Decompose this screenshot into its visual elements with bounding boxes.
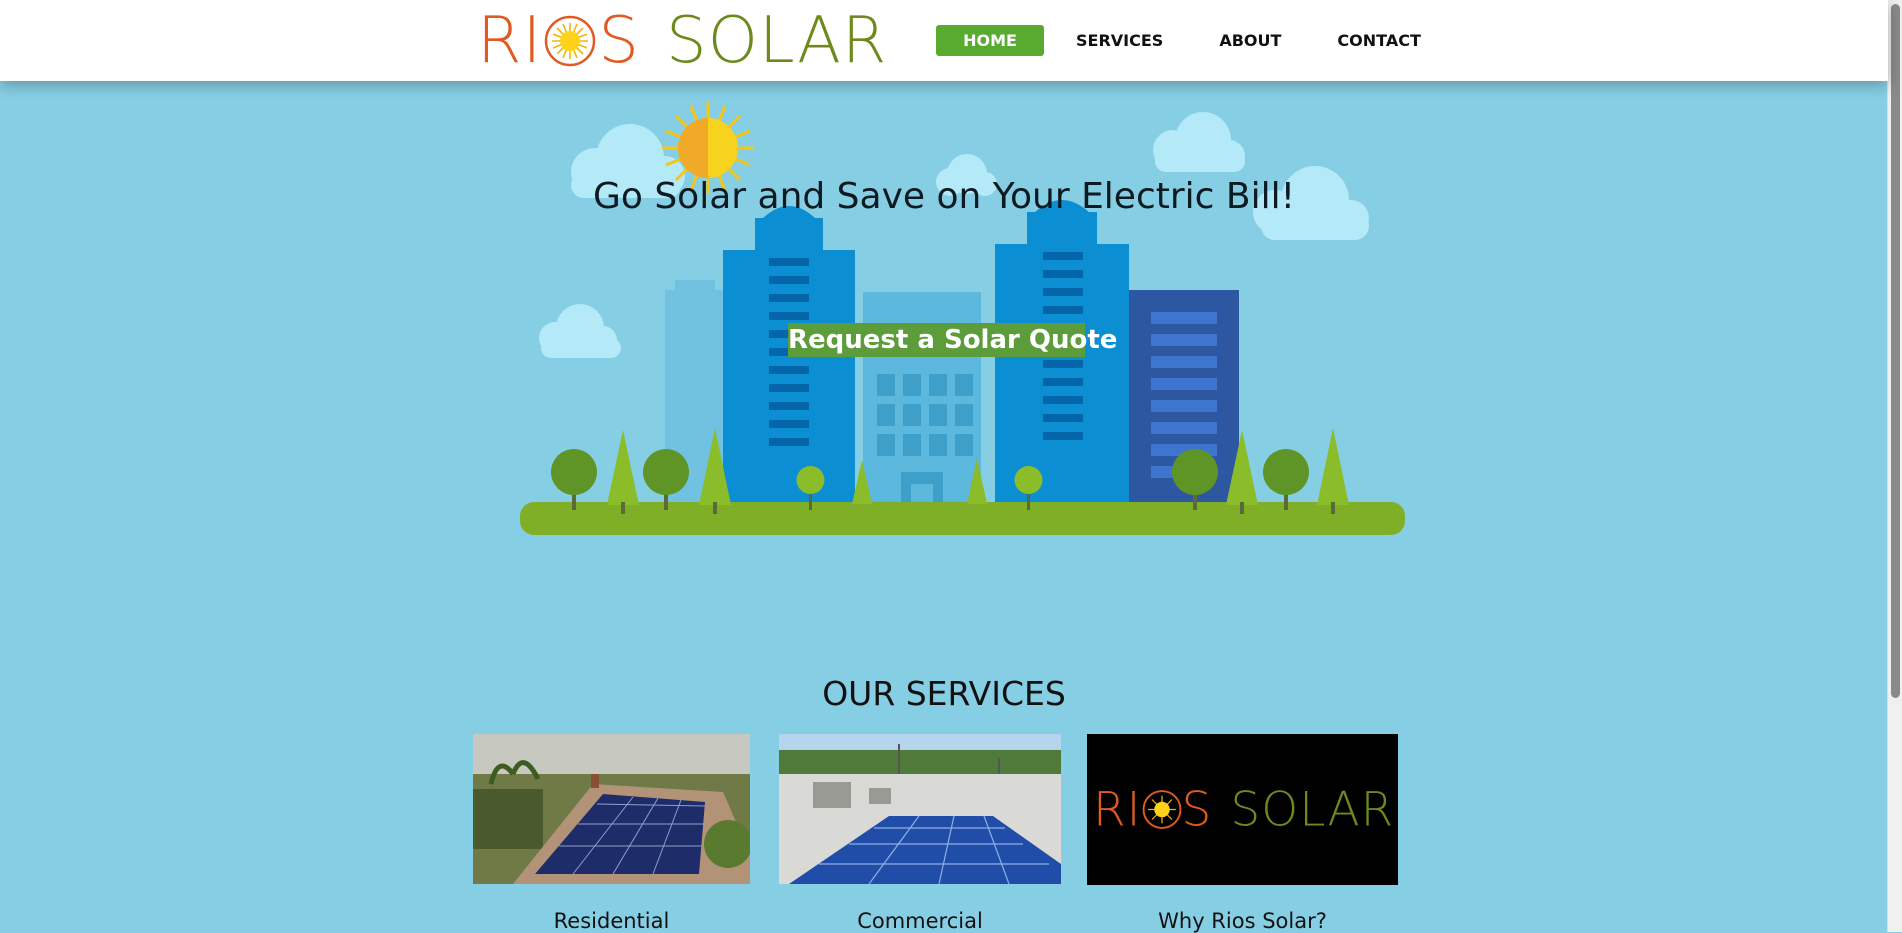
- request-quote-button[interactable]: Request a Solar Quote: [788, 323, 1117, 357]
- cloud-icon: [1153, 112, 1245, 172]
- cloud-icon: [539, 304, 621, 358]
- scrollbar[interactable]: [1887, 0, 1902, 932]
- tree-icon: [551, 449, 597, 510]
- tree-icon: [607, 430, 639, 514]
- scrollbar-thumb[interactable]: [1891, 4, 1900, 698]
- rios-solar-logo: RI S SOLAR: [1093, 782, 1395, 837]
- service-card-residential[interactable]: Residential: [473, 734, 750, 933]
- building: [723, 206, 855, 522]
- hero-title: Go Solar and Save on Your Electric Bill!: [592, 176, 1296, 217]
- city-illustration: [520, 102, 1405, 535]
- tree-icon: [1317, 428, 1349, 514]
- residential-solar-image: [473, 734, 750, 884]
- nav-about[interactable]: ABOUT: [1199, 25, 1301, 56]
- logo-solar: SOLAR: [665, 4, 888, 78]
- commercial-solar-image: [779, 734, 1061, 884]
- nav-contact[interactable]: CONTACT: [1317, 25, 1440, 56]
- service-card-commercial[interactable]: Commercial: [779, 734, 1061, 933]
- main-nav: HOME SERVICES ABOUT CONTACT: [936, 25, 1441, 56]
- site-header: RI S SOLAR HOME SERVICES ABOUT CONTACT: [0, 0, 1888, 81]
- card-caption: Commercial: [857, 909, 983, 933]
- card-caption: Why Rios Solar?: [1158, 909, 1327, 933]
- nav-home[interactable]: HOME: [936, 25, 1044, 56]
- building: [995, 200, 1129, 522]
- card-caption: Residential: [553, 909, 670, 933]
- services-heading: OUR SERVICES: [822, 674, 1066, 713]
- service-card-why[interactable]: RI S SOLAR Why Rios Solar?: [1087, 734, 1398, 933]
- ground: [520, 502, 1405, 535]
- logo-rios: RI S: [477, 4, 640, 78]
- sun-icon: [1142, 790, 1181, 829]
- nav-services[interactable]: SERVICES: [1056, 25, 1183, 56]
- rios-solar-logo[interactable]: RI S SOLAR: [477, 4, 887, 78]
- sun-icon: [545, 15, 596, 67]
- why-rios-image: RI S SOLAR: [1087, 734, 1398, 885]
- tree-icon: [1263, 449, 1309, 510]
